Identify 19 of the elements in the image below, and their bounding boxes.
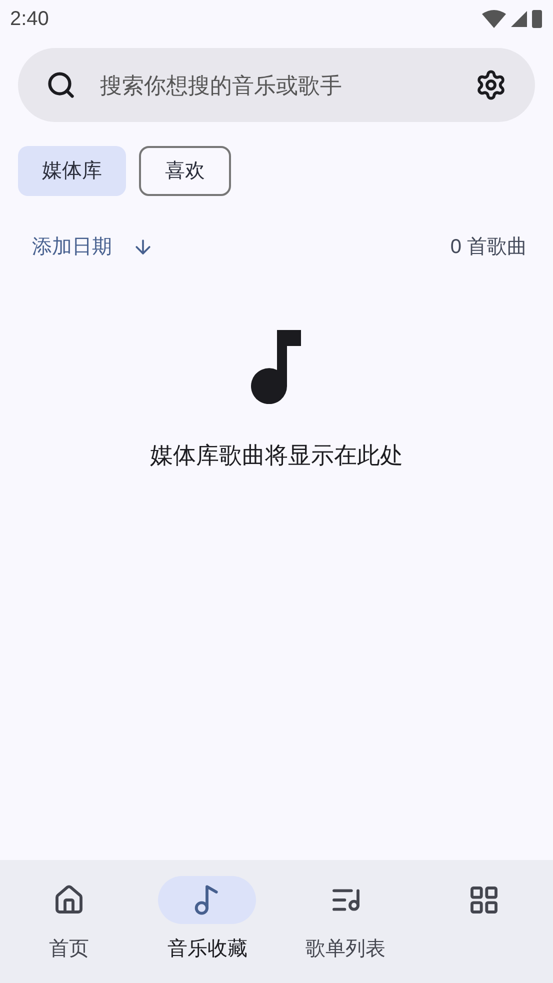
sort-button[interactable]: 添加日期 xyxy=(32,232,154,262)
filter-chip[interactable]: 喜欢 xyxy=(139,146,231,196)
settings-icon[interactable] xyxy=(475,69,507,101)
nav-item[interactable]: 音乐收藏 xyxy=(138,860,276,983)
empty-message: 媒体库歌曲将显示在此处 xyxy=(150,441,403,470)
battery-icon xyxy=(531,9,543,29)
song-count: 0 首歌曲 xyxy=(450,235,527,260)
house-icon xyxy=(53,884,86,916)
grid-icon xyxy=(468,884,500,916)
filter-chip[interactable]: 媒体库 xyxy=(18,146,126,196)
search-icon xyxy=(46,70,76,100)
nav-item[interactable]: 歌单列表 xyxy=(276,860,415,983)
nav-item[interactable]: 首页 xyxy=(0,860,138,983)
music-note-icon xyxy=(250,330,302,404)
signal-icon xyxy=(511,11,527,27)
search-field[interactable]: 搜索你想搜的音乐或歌手 xyxy=(100,68,475,102)
status-time: 2:40 xyxy=(10,7,49,32)
search-bar[interactable]: 搜索你想搜的音乐或歌手 xyxy=(18,48,535,122)
wifi-icon xyxy=(481,9,507,29)
